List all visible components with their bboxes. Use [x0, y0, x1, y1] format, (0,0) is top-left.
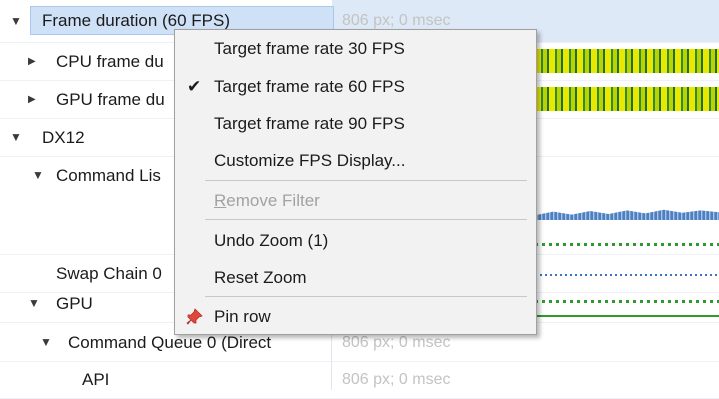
tree-row-api[interactable]: API 806 px; 0 msec [0, 361, 719, 399]
cpu-frame-bars [535, 49, 719, 73]
row-info-text: 806 px; 0 msec [342, 371, 451, 388]
menu-item-target-60fps[interactable]: ✔ Target frame rate 60 FPS [175, 68, 536, 105]
tree-row-label: DX12 [42, 128, 85, 147]
tree-row-label: API [82, 370, 110, 389]
menu-item-label: Target frame rate 60 FPS [214, 77, 405, 96]
tree-row-label: GPU frame du [56, 90, 165, 109]
menu-item-target-30fps[interactable]: Target frame rate 30 FPS [175, 30, 536, 67]
expand-arrow-icon[interactable]: ▼ [40, 324, 52, 361]
menu-item-label: Remove Filter [214, 191, 320, 210]
menu-item-undo-zoom[interactable]: Undo Zoom (1) [175, 222, 536, 259]
menu-separator [205, 296, 527, 297]
menu-item-label: Target frame rate 30 FPS [214, 39, 405, 58]
menu-item-pin-row[interactable]: Pin row [175, 298, 536, 335]
gpu-frame-bars [535, 87, 719, 111]
expand-arrow-icon[interactable]: ▼ [10, 119, 22, 156]
context-menu: Target frame rate 30 FPS ✔ Target frame … [174, 29, 537, 335]
command-list-event-markers [535, 243, 719, 246]
checkmark-icon: ✔ [187, 77, 202, 96]
tree-row-label: GPU [56, 294, 93, 313]
pin-icon [186, 308, 203, 325]
tree-row-label: Command Lis [56, 166, 161, 185]
menu-separator [205, 180, 527, 181]
gpu-activity-line [535, 315, 719, 317]
gpu-event-markers [535, 300, 719, 303]
collapse-arrow-icon[interactable]: ▶ [28, 81, 36, 118]
menu-item-label: Customize FPS Display... [214, 151, 406, 170]
collapse-arrow-icon[interactable]: ▶ [28, 43, 36, 80]
expand-arrow-icon[interactable]: ▼ [32, 157, 44, 194]
tree-row-label: CPU frame du [56, 52, 164, 71]
menu-item-label: Reset Zoom [214, 268, 307, 287]
menu-item-label: Target frame rate 90 FPS [214, 114, 405, 133]
menu-item-label: Undo Zoom (1) [214, 231, 329, 250]
menu-item-target-90fps[interactable]: Target frame rate 90 FPS [175, 105, 536, 142]
expand-arrow-icon[interactable]: ▼ [10, 0, 22, 42]
menu-item-customize-fps[interactable]: Customize FPS Display... [175, 142, 536, 179]
swap-chain-event-markers [535, 274, 719, 276]
menu-item-remove-filter[interactable]: Remove Filter [175, 182, 536, 219]
expand-arrow-icon[interactable]: ▼ [28, 285, 40, 322]
menu-item-label: Pin row [214, 307, 271, 326]
menu-item-reset-zoom[interactable]: Reset Zoom [175, 259, 536, 296]
menu-separator [205, 219, 527, 220]
